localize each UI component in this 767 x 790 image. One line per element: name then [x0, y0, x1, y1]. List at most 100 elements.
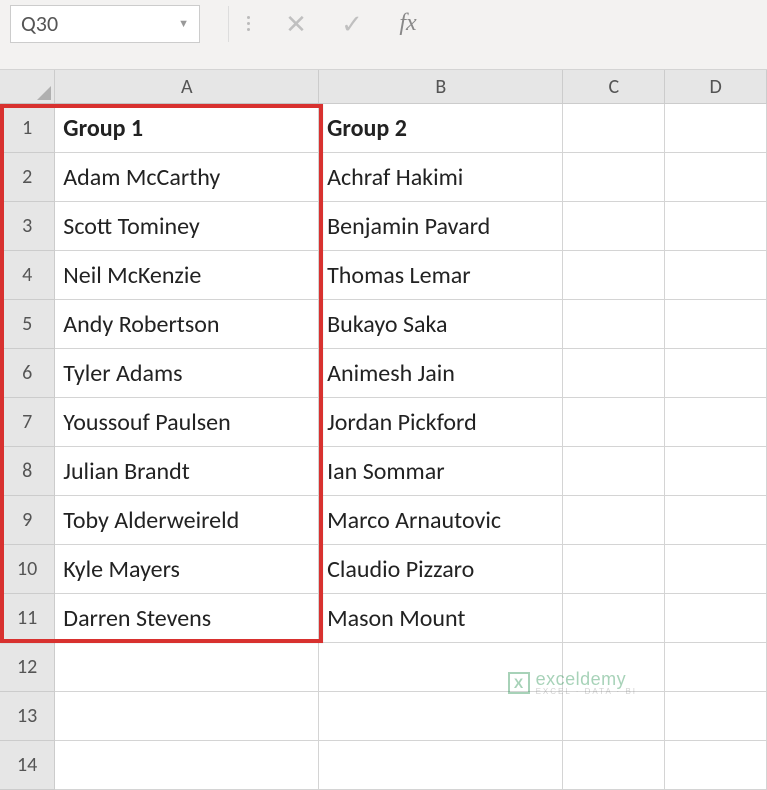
cell-b11[interactable]: Mason Mount: [319, 594, 563, 643]
column-headers: A B C D: [0, 70, 767, 104]
row-header-2[interactable]: 2: [0, 153, 55, 202]
table-row: 6 Tyler Adams Animesh Jain: [0, 349, 767, 398]
row-header-12[interactable]: 12: [0, 643, 55, 692]
table-row: 8 Julian Brandt Ian Sommar: [0, 447, 767, 496]
column-header-a[interactable]: A: [55, 70, 319, 104]
table-row: 1 Group 1 Group 2: [0, 104, 767, 153]
cell-d8[interactable]: [665, 447, 767, 496]
table-row: 7 Youssouf Paulsen Jordan Pickford: [0, 398, 767, 447]
x-icon: ✕: [285, 8, 307, 40]
cell-d1[interactable]: [665, 104, 767, 153]
cell-b7[interactable]: Jordan Pickford: [319, 398, 563, 447]
rows: 1 Group 1 Group 2 2 Adam McCarthy Achraf…: [0, 104, 767, 790]
table-row: 3 Scott Tominey Benjamin Pavard: [0, 202, 767, 251]
cell-a8[interactable]: Julian Brandt: [55, 447, 319, 496]
cell-a4[interactable]: Neil McKenzie: [55, 251, 319, 300]
cell-d7[interactable]: [665, 398, 767, 447]
drag-handle-icon[interactable]: [247, 16, 250, 31]
cell-a3[interactable]: Scott Tominey: [55, 202, 319, 251]
cell-c14[interactable]: [563, 741, 665, 790]
cell-a9[interactable]: Toby Alderweireld: [55, 496, 319, 545]
row-header-6[interactable]: 6: [0, 349, 55, 398]
cell-d6[interactable]: [665, 349, 767, 398]
cell-b14[interactable]: [319, 741, 563, 790]
cell-c5[interactable]: [563, 300, 665, 349]
cell-c7[interactable]: [563, 398, 665, 447]
fx-icon: fx: [399, 10, 416, 37]
cell-b10[interactable]: Claudio Pizzaro: [319, 545, 563, 594]
table-row: 10 Kyle Mayers Claudio Pizzaro: [0, 545, 767, 594]
column-header-c[interactable]: C: [563, 70, 665, 104]
chevron-down-icon[interactable]: ▼: [178, 17, 189, 30]
cell-a10[interactable]: Kyle Mayers: [55, 545, 319, 594]
row-header-10[interactable]: 10: [0, 545, 55, 594]
cell-d14[interactable]: [665, 741, 767, 790]
cell-b6[interactable]: Animesh Jain: [319, 349, 563, 398]
watermark-subtext: EXCEL · DATA · BI: [536, 688, 637, 696]
row-header-13[interactable]: 13: [0, 692, 55, 741]
check-icon: ✓: [341, 8, 363, 40]
name-box[interactable]: Q30 ▼: [10, 5, 200, 43]
cell-a6[interactable]: Tyler Adams: [55, 349, 319, 398]
cell-d12[interactable]: [665, 643, 767, 692]
table-row: 14: [0, 741, 767, 790]
cell-a1[interactable]: Group 1: [55, 104, 319, 153]
row-header-4[interactable]: 4: [0, 251, 55, 300]
cell-b9[interactable]: Marco Arnautovic: [319, 496, 563, 545]
cell-d5[interactable]: [665, 300, 767, 349]
row-header-8[interactable]: 8: [0, 447, 55, 496]
cell-d4[interactable]: [665, 251, 767, 300]
cell-c13[interactable]: [563, 692, 665, 741]
cell-d9[interactable]: [665, 496, 767, 545]
cell-d13[interactable]: [665, 692, 767, 741]
cancel-button[interactable]: ✕: [276, 6, 316, 42]
table-row: 12: [0, 643, 767, 692]
cell-c6[interactable]: [563, 349, 665, 398]
table-row: 11 Darren Stevens Mason Mount: [0, 594, 767, 643]
cell-c9[interactable]: [563, 496, 665, 545]
row-header-1[interactable]: 1: [0, 104, 55, 153]
select-all-corner[interactable]: [0, 70, 55, 104]
cell-d2[interactable]: [665, 153, 767, 202]
column-header-d[interactable]: D: [665, 70, 767, 104]
cell-b8[interactable]: Ian Sommar: [319, 447, 563, 496]
cell-b4[interactable]: Thomas Lemar: [319, 251, 563, 300]
cell-c11[interactable]: [563, 594, 665, 643]
cell-b13[interactable]: [319, 692, 563, 741]
insert-function-button[interactable]: fx: [388, 6, 428, 42]
cell-c10[interactable]: [563, 545, 665, 594]
cell-d11[interactable]: [665, 594, 767, 643]
column-header-b[interactable]: B: [319, 70, 563, 104]
row-header-9[interactable]: 9: [0, 496, 55, 545]
cell-c8[interactable]: [563, 447, 665, 496]
cell-a11[interactable]: Darren Stevens: [55, 594, 319, 643]
watermark: X exceldemy EXCEL · DATA · BI: [508, 670, 637, 696]
cell-b2[interactable]: Achraf Hakimi: [319, 153, 563, 202]
watermark-text: exceldemy: [536, 670, 637, 688]
row-header-11[interactable]: 11: [0, 594, 55, 643]
cell-c2[interactable]: [563, 153, 665, 202]
cell-d10[interactable]: [665, 545, 767, 594]
table-row: 2 Adam McCarthy Achraf Hakimi: [0, 153, 767, 202]
cell-a13[interactable]: [55, 692, 319, 741]
cell-c3[interactable]: [563, 202, 665, 251]
cell-a7[interactable]: Youssouf Paulsen: [55, 398, 319, 447]
enter-button[interactable]: ✓: [332, 6, 372, 42]
table-row: 13: [0, 692, 767, 741]
row-header-5[interactable]: 5: [0, 300, 55, 349]
cell-b5[interactable]: Bukayo Saka: [319, 300, 563, 349]
cell-a2[interactable]: Adam McCarthy: [55, 153, 319, 202]
row-header-14[interactable]: 14: [0, 741, 55, 790]
watermark-icon: X: [508, 672, 530, 694]
cell-a12[interactable]: [55, 643, 319, 692]
cell-c4[interactable]: [563, 251, 665, 300]
row-header-3[interactable]: 3: [0, 202, 55, 251]
cell-a14[interactable]: [55, 741, 319, 790]
cell-c1[interactable]: [563, 104, 665, 153]
cell-b1[interactable]: Group 2: [319, 104, 563, 153]
cell-a5[interactable]: Andy Robertson: [55, 300, 319, 349]
cell-d3[interactable]: [665, 202, 767, 251]
divider: [228, 6, 229, 42]
row-header-7[interactable]: 7: [0, 398, 55, 447]
cell-b3[interactable]: Benjamin Pavard: [319, 202, 563, 251]
